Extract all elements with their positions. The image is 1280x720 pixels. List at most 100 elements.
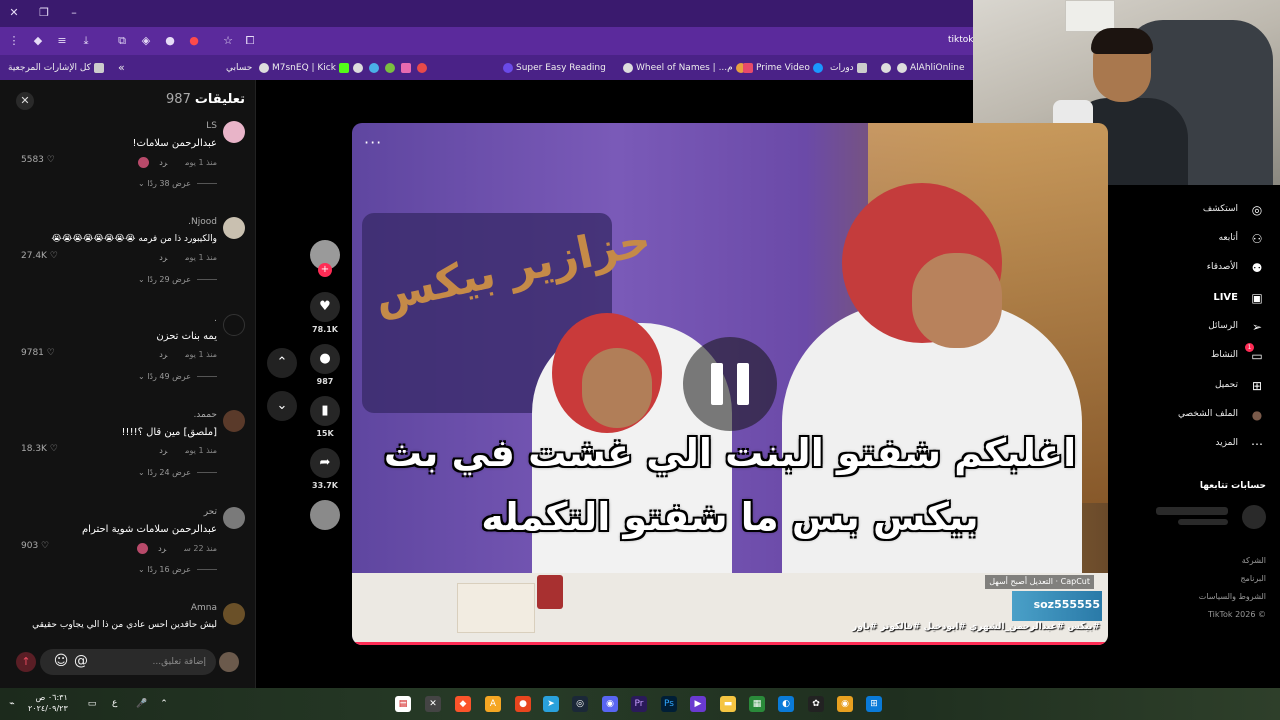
follow-plus-icon[interactable]: + — [318, 263, 332, 277]
tray-overflow-icon[interactable]: ⌃ — [156, 696, 172, 712]
address-bar-text[interactable]: tiktok — [948, 35, 974, 45]
music-disc[interactable] — [310, 500, 340, 530]
comment-likes[interactable]: 903 ♡ — [21, 541, 49, 551]
nav-explore[interactable]: ◎ استكشف — [1116, 200, 1266, 220]
comment-avatar[interactable] — [223, 603, 245, 625]
previous-video-button[interactable]: ⌃ — [267, 348, 297, 378]
capcut-watermark[interactable]: CapCut · التعديل أصبح أسهل — [985, 575, 1094, 589]
reply-button[interactable]: رد — [159, 350, 167, 359]
comment-avatar[interactable] — [223, 507, 245, 529]
next-video-button[interactable]: ⌄ — [267, 391, 297, 421]
taskbar-clock[interactable]: ٠٦:٣١ ص ٢٠٢٤/٠٩/٢٣ — [28, 692, 68, 714]
microphone-icon[interactable]: 🎤 — [134, 696, 150, 712]
reply-button[interactable]: رد — [159, 253, 167, 262]
language-indicator[interactable]: ع — [112, 698, 117, 708]
minimize-window-icon[interactable]: – — [66, 5, 82, 21]
music-disc-icon[interactable] — [310, 500, 340, 530]
chrome-icon[interactable]: ◉ — [837, 696, 853, 712]
app-icon-4[interactable]: ● — [515, 696, 531, 712]
bookmark-courses[interactable]: دورات — [830, 61, 870, 75]
comment-likes[interactable]: 27.4K ♡ — [21, 251, 58, 261]
nav-live[interactable]: ▣ LIVE — [1116, 288, 1266, 308]
windows-start-icon[interactable]: ⊞ — [866, 696, 882, 712]
reply-button[interactable]: رد — [159, 158, 167, 167]
bookmark-star-icon[interactable]: ☆ — [220, 33, 236, 49]
footer-company[interactable]: الشركة — [1242, 556, 1266, 565]
app-icon-6[interactable]: ▦ — [749, 696, 765, 712]
close-comments-icon[interactable]: ✕ — [16, 92, 34, 110]
bookmark-alahli[interactable]: AlAhliOnline — [878, 61, 965, 75]
app-icon-7[interactable]: ✿ — [808, 696, 824, 712]
bookmark-all[interactable]: كل الإشارات المرجعية — [8, 61, 107, 75]
share-arrow-icon[interactable]: ➦ — [310, 448, 340, 478]
comment-avatar[interactable] — [223, 314, 245, 336]
playlist-icon[interactable]: ≡ — [54, 33, 70, 49]
notifications-icon[interactable]: ⌁ — [4, 696, 20, 712]
mention-icon[interactable]: @ — [72, 652, 90, 670]
extension-red-icon[interactable]: ● — [186, 33, 202, 49]
comment-likes[interactable]: 18.3K ♡ — [21, 444, 58, 454]
extension-avatar-icon[interactable]: ● — [162, 33, 178, 49]
comment-action[interactable]: ● 987 — [310, 344, 340, 386]
nav-messages[interactable]: ➢ الرسائل — [1116, 317, 1266, 337]
discord-icon[interactable]: ◉ — [602, 696, 618, 712]
emoji-icon[interactable]: ☺ — [52, 652, 70, 670]
close-window-icon[interactable]: ✕ — [6, 5, 22, 21]
extension-icon[interactable]: ◆ — [30, 33, 46, 49]
extension-diamond-icon[interactable]: ◈ — [138, 33, 154, 49]
file-explorer-icon[interactable]: ▬ — [720, 696, 736, 712]
nav-activity[interactable]: ▭ 1 النشاط — [1116, 343, 1266, 366]
comment-username[interactable]: LS — [206, 121, 217, 131]
view-replies-button[interactable]: عرض 24 ردًا ⌄ — [138, 468, 217, 477]
restore-window-icon[interactable]: ❐ — [36, 5, 52, 21]
comment-username[interactable]: . — [214, 314, 217, 324]
brave-icon[interactable]: ◆ — [455, 696, 471, 712]
nav-friends[interactable]: ⚉ الأصدقاء — [1116, 258, 1266, 278]
bookmark-wheel-of-names[interactable]: Wheel of Names | ...م — [620, 61, 749, 75]
bookmark-misc-1[interactable] — [350, 61, 430, 75]
creator-handle[interactable]: soz555555 — [1034, 598, 1100, 611]
video-progress-bar[interactable] — [352, 642, 1108, 645]
battery-icon[interactable]: ▭ — [84, 696, 100, 712]
telegram-icon[interactable]: ➤ — [543, 696, 559, 712]
chevron-left-icon[interactable]: « — [118, 61, 125, 75]
view-replies-button[interactable]: عرض 29 ردًا ⌄ — [138, 275, 217, 284]
bookmark-icon[interactable]: ▮ — [310, 396, 340, 426]
bookmark-prime-video[interactable]: Prime Video — [740, 61, 826, 75]
extensions-puzzle-icon[interactable]: ⧉ — [114, 33, 130, 49]
share-action[interactable]: ➦ 33.7K — [310, 448, 340, 490]
premiere-icon[interactable]: Pr — [631, 696, 647, 712]
footer-terms[interactable]: الشروط والسياسات — [1199, 592, 1266, 601]
view-replies-button[interactable]: عرض 49 ردًا ⌄ — [138, 372, 217, 381]
steam-icon[interactable]: ◎ — [572, 696, 588, 712]
comment-username[interactable]: تحر — [204, 507, 217, 517]
comment-username[interactable]: حممد. — [193, 410, 217, 420]
bookmark-kick[interactable]: M7snEQ | Kick — [256, 61, 352, 75]
app-icon-2[interactable]: ✕ — [425, 696, 441, 712]
pause-button[interactable] — [683, 337, 777, 431]
bookmark-super-easy-reading[interactable]: Super Easy Reading — [500, 61, 606, 75]
video-hashtags[interactable]: #بيكس #عبدالرحمن_الشهري #ابودخيل #فالكون… — [852, 622, 1100, 632]
like-action[interactable]: ♥ 78.1K — [310, 292, 340, 334]
reply-button[interactable]: رد — [158, 544, 166, 553]
comment-likes[interactable]: 9781 ♡ — [21, 348, 55, 358]
nav-following[interactable]: ⚇ أتابعه — [1116, 229, 1266, 249]
comment-bubble-icon[interactable]: ● — [310, 344, 340, 374]
creator-avatar[interactable]: + — [310, 240, 340, 277]
comment-avatar[interactable] — [223, 410, 245, 432]
comment-avatar[interactable] — [223, 121, 245, 143]
download-icon[interactable]: ⤓ — [78, 33, 94, 49]
save-action[interactable]: ▮ 15K — [310, 396, 340, 438]
send-comment-button[interactable]: ↑ — [16, 652, 36, 672]
more-options-icon[interactable]: ··· — [364, 133, 382, 152]
app-icon-a[interactable]: A — [485, 696, 501, 712]
view-replies-button[interactable]: عرض 16 ردًا ⌄ — [138, 565, 217, 574]
edge-icon[interactable]: ◐ — [778, 696, 794, 712]
footer-program[interactable]: البرنامج — [1240, 574, 1266, 583]
reply-button[interactable]: رد — [159, 446, 167, 455]
comment-likes[interactable]: 5583 ♡ — [21, 155, 55, 165]
menu-icon[interactable]: ⋮ — [6, 33, 22, 49]
app-icon-5[interactable]: ▶ — [690, 696, 706, 712]
nav-more[interactable]: ⋯ المزيد — [1116, 434, 1266, 454]
screenshot-icon[interactable]: ⧠ — [242, 33, 258, 49]
